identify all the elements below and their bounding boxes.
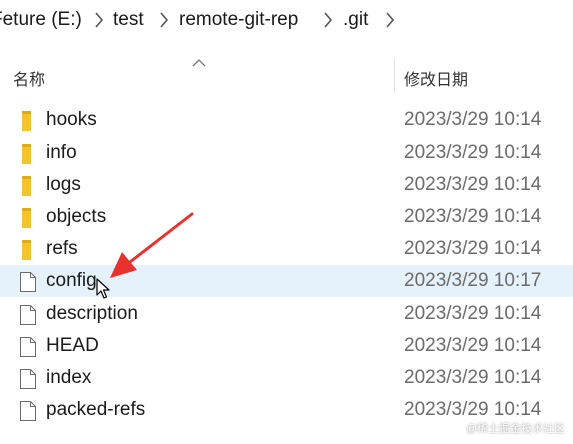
watermark: @稀土掘金技术社区 [465,423,565,435]
mouse-cursor-icon [96,278,110,305]
annotation-arrow-icon [110,212,194,278]
file-explorer-window: Feture (E:) test remote-git-rep .git 名称 … [0,0,573,444]
